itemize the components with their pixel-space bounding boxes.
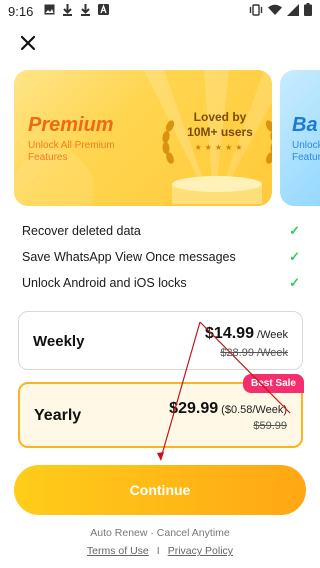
basic-card[interactable]: Ba Unlock Feature [280,70,320,206]
plan-name: Weekly [33,333,85,350]
feature-label: Save WhatsApp View Once messages [22,250,236,264]
close-icon [20,35,36,51]
close-button[interactable] [18,33,38,53]
download-icon [80,3,91,19]
premium-subtitle: Unlock All Premium Features [28,140,115,163]
plan-name: Yearly [34,407,82,424]
download-icon [62,3,73,19]
feature-item: Unlock Android and iOS locks ✓ [22,270,300,296]
vibrate-icon [249,3,263,19]
feature-label: Recover deleted data [22,224,141,238]
feature-label: Unlock Android and iOS locks [22,276,187,290]
price-line: $29.99 ($0.58/Week) [169,400,287,418]
check-icon: ✓ [289,223,300,238]
basic-title: Ba [292,114,318,136]
plan-price: $29.99 [169,400,219,417]
plan-carousel[interactable]: Premium Unlock All Premium Features Love… [0,70,320,206]
best-sale-badge: Best Sale [242,374,304,393]
auto-renew-note: Auto Renew · Cancel Anytime [90,527,230,539]
terms-of-use-link[interactable]: Terms of Use [87,545,149,557]
original-price: $28.99 /Week [220,347,288,359]
check-icon: ✓ [289,249,300,264]
privacy-policy-link[interactable]: Privacy Policy [168,545,233,557]
original-price: $59.99 [253,420,287,432]
premium-card[interactable]: Premium Unlock All Premium Features Love… [14,70,272,206]
wifi-icon [268,4,282,19]
plan-period: /Week [253,329,288,341]
check-icon: ✓ [289,275,300,290]
signal-icon [287,3,299,19]
loved-by-line1: Loved by [193,110,247,124]
loved-by-line2: 10M+ users [187,125,253,139]
podium-illustration [163,176,271,206]
feature-item: Recover deleted data ✓ [22,218,300,244]
yearly-plan-option[interactable]: Best Sale Yearly $29.99 ($0.58/Week) $59… [18,374,304,448]
battery-icon [304,3,312,19]
font-icon [98,4,110,18]
image-icon [44,4,55,18]
plan-period: ($0.58/Week) [218,404,287,416]
rating-stars: ★★★★★ [194,143,246,152]
continue-button[interactable]: Continue [14,465,306,515]
price-line: $14.99 /Week [205,325,288,343]
feature-list: Recover deleted data ✓ Save WhatsApp Vie… [22,218,300,296]
premium-title: Premium [28,114,114,136]
footer-separator: I [156,545,160,557]
weekly-plan-option[interactable]: Weekly $14.99 /Week $28.99 /Week [18,311,303,370]
feature-item: Save WhatsApp View Once messages ✓ [22,244,300,270]
plan-price: $14.99 [205,325,254,342]
status-time: 9:16 [8,3,34,19]
footer-links: Terms of Use I Privacy Policy [0,545,320,557]
basic-subtitle: Unlock Feature [292,140,320,163]
arrowhead-icon [157,452,164,461]
status-bar: 9:16 [0,0,320,22]
loved-by-badge: Loved by 10M+ users [174,110,266,140]
